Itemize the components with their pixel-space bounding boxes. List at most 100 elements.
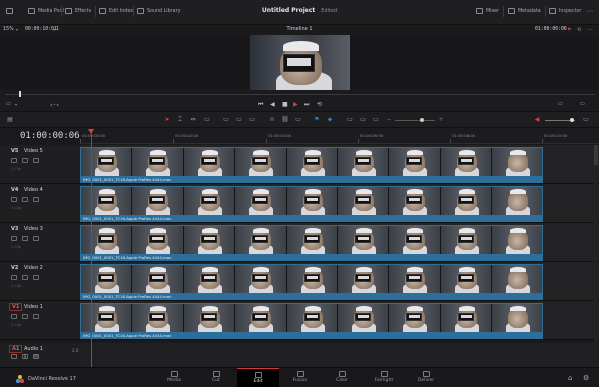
clip-thumbnail	[389, 187, 441, 215]
inspector-button[interactable]: Inspector	[549, 8, 581, 14]
zoom-slider-handle[interactable]	[420, 118, 424, 122]
snapping-icon[interactable]: ∩	[268, 116, 276, 123]
dynamic-trim-icon[interactable]: ⇔	[189, 116, 197, 123]
lock-track-icon[interactable]	[11, 158, 17, 163]
play-reverse-icon[interactable]: ◀	[270, 101, 275, 108]
disable-track-icon[interactable]	[33, 158, 39, 163]
solo-icon[interactable]: S	[22, 354, 28, 359]
viewer-size-icon[interactable]: ▭	[6, 101, 11, 107]
marker-color-icon[interactable]: ⬥	[326, 116, 334, 123]
scrubber-handle[interactable]	[19, 91, 21, 97]
disable-track-icon[interactable]	[33, 275, 39, 280]
timeline-clip[interactable]: IMG_0001_0001_TC16-Apple ProRes 4444.mov	[80, 186, 543, 222]
zoom-slider[interactable]	[395, 120, 435, 121]
track-lane-v3[interactable]: IMG_0001_0001_TC16-Apple ProRes 4444.mov	[80, 223, 599, 262]
timeline-clip[interactable]: IMG_0001_0001_TC16-Apple ProRes 4444.mov	[80, 225, 543, 261]
more-options-button[interactable]: ⋯	[587, 8, 593, 15]
trim-mode-icon[interactable]: ⌶	[176, 116, 184, 123]
timeline-scrollbar[interactable]	[594, 145, 598, 343]
audio-level-icon[interactable]: ◀	[533, 116, 541, 123]
stop-icon[interactable]: ■	[282, 101, 288, 108]
clip-thumbnail	[132, 187, 184, 215]
blade-mode-icon[interactable]: ▭	[203, 116, 211, 123]
track-id: V4	[11, 187, 19, 193]
mixer-button[interactable]: Mixer	[476, 8, 499, 14]
lock-track-icon[interactable]	[11, 197, 17, 202]
track-header-v1[interactable]: V1 Video 1 1 Clip	[0, 301, 80, 340]
lock-track-icon[interactable]	[11, 354, 17, 359]
ruler-label: 01:00:04:00	[268, 133, 292, 138]
auto-select-icon[interactable]	[22, 197, 28, 202]
clip-thumbnail	[492, 265, 542, 293]
insert-clip-icon[interactable]: ▭	[222, 116, 230, 123]
playhead[interactable]	[91, 133, 92, 367]
viewer-frame[interactable]	[250, 35, 350, 90]
page-tab-media[interactable]: Media	[153, 368, 195, 387]
audio-level-handle[interactable]	[570, 118, 574, 122]
audio-meter-icon[interactable]: ▭	[582, 116, 590, 123]
project-name: Untitled Project	[261, 7, 316, 14]
zoom-in-icon[interactable]: +	[437, 116, 445, 123]
disable-track-icon[interactable]	[33, 314, 39, 319]
lock-track-icon[interactable]	[11, 236, 17, 241]
page-tab-fusion[interactable]: Fusion	[279, 368, 321, 387]
timeline-clip[interactable]: IMG_0001_0001_TC16-Apple ProRes 4444.mov	[80, 264, 543, 300]
auto-select-icon[interactable]	[22, 158, 28, 163]
audio-lane[interactable]	[80, 343, 599, 367]
timeline-view-options-icon[interactable]: ▤	[6, 116, 14, 123]
loop-icon[interactable]: ⟲	[317, 101, 322, 108]
track-header-v3[interactable]: V3 Video 3 1 Clip	[0, 223, 80, 262]
page-tab-fairlight[interactable]: Fairlight	[363, 368, 405, 387]
track-header-audio-1[interactable]: A1 Audio 1 2.0 S M	[0, 343, 80, 367]
flag-color-icon[interactable]: ⚑	[313, 116, 321, 123]
go-to-start-icon[interactable]: ⏮	[258, 101, 263, 109]
auto-select-icon[interactable]	[22, 314, 28, 319]
home-icon[interactable]: ⌂	[568, 374, 572, 382]
inspector-label: Inspector	[559, 8, 582, 14]
linked-selection-icon[interactable]: ⛓	[281, 116, 289, 123]
play-icon[interactable]: ▶	[293, 101, 298, 108]
clip-name: IMG_0001_0001_TC16-Apple ProRes 4444.mov	[81, 254, 542, 260]
position-lock-icon[interactable]: ▭	[294, 116, 302, 123]
page-tab-color[interactable]: Color	[321, 368, 363, 387]
full-extent-zoom-icon[interactable]: ▭	[346, 116, 354, 123]
lock-track-icon[interactable]	[11, 314, 17, 319]
settings-icon[interactable]: ⚙	[583, 374, 589, 382]
timeline-ruler[interactable]: 01:00:00:00 01:00:02:00 01:00:04:00 01:0…	[80, 128, 599, 144]
zoom-out-icon[interactable]: −	[385, 116, 393, 123]
page-tab-cut[interactable]: Cut	[195, 368, 237, 387]
fullscreen-icon[interactable]: ▭	[558, 101, 563, 107]
auto-select-icon[interactable]	[22, 275, 28, 280]
clip-thumbnails	[81, 304, 542, 332]
timeline-clip[interactable]: IMG_0001_0001_TC16-Apple ProRes 4444.mov	[80, 147, 543, 183]
timeline-scrollbar-thumb[interactable]	[594, 145, 598, 165]
disable-track-icon[interactable]	[33, 236, 39, 241]
disable-track-icon[interactable]	[33, 197, 39, 202]
track-lane-v1[interactable]: IMG_0001_0001_TC16-Apple ProRes 4444.mov	[80, 301, 599, 340]
viewer-scrubber[interactable]	[0, 90, 599, 98]
lock-track-icon[interactable]	[11, 275, 17, 280]
marker-nav-icon[interactable]: ◂ • ▸	[50, 102, 59, 107]
page-tab-deliver[interactable]: Deliver	[405, 368, 447, 387]
auto-select-icon[interactable]	[22, 236, 28, 241]
go-to-end-icon[interactable]: ⏭	[304, 101, 309, 109]
clip-thumbnail	[183, 148, 236, 176]
cut-page-icon	[212, 371, 220, 377]
viewer-size-chevron-icon[interactable]: ▾	[15, 102, 17, 107]
track-lane-v5[interactable]: IMG_0001_0001_TC16-Apple ProRes 4444.mov	[80, 145, 599, 184]
track-lane-v2[interactable]: IMG_0001_0001_TC16-Apple ProRes 4444.mov	[80, 262, 599, 301]
match-frame-icon[interactable]: ▭	[580, 101, 585, 107]
timeline-clip[interactable]: IMG_0001_0001_TC16-Apple ProRes 4444.mov	[80, 303, 543, 339]
detail-zoom-icon[interactable]: ▭	[359, 116, 367, 123]
mute-icon[interactable]: M	[33, 354, 39, 359]
track-lane-v4[interactable]: IMG_0001_0001_TC16-Apple ProRes 4444.mov	[80, 184, 599, 223]
metadata-button[interactable]: Metadata	[508, 8, 541, 14]
overwrite-clip-icon[interactable]: ▭	[235, 116, 243, 123]
track-header-v4[interactable]: V4 Video 4 1 Clip	[0, 184, 80, 223]
track-header-v5[interactable]: V5 Video 5 1 Clip	[0, 145, 80, 184]
selection-mode-icon[interactable]: ➤	[163, 116, 171, 123]
custom-zoom-icon[interactable]: ▭	[372, 116, 380, 123]
page-tab-edit[interactable]: Edit	[237, 368, 279, 387]
track-header-v2[interactable]: V2 Video 2 1 Clip	[0, 262, 80, 301]
replace-clip-icon[interactable]: ▭	[248, 116, 256, 123]
